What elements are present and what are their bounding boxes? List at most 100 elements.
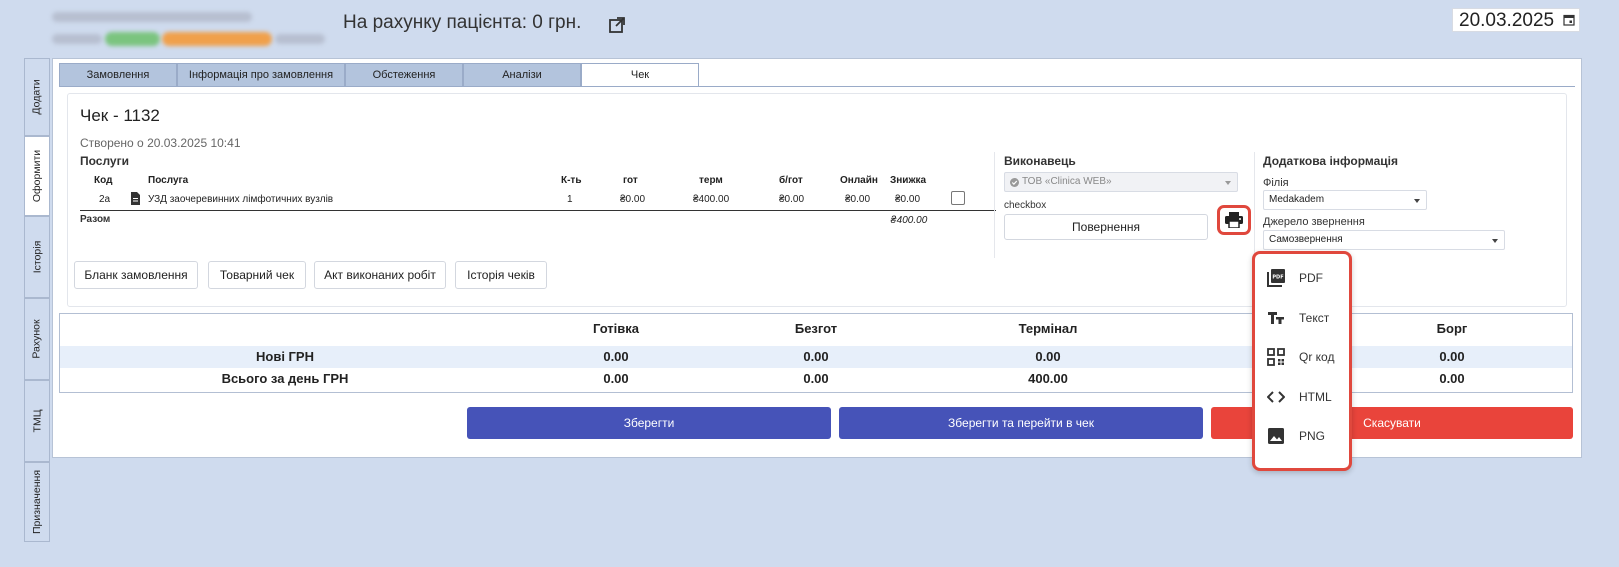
print-button[interactable] bbox=[1217, 205, 1251, 235]
source-select[interactable]: Самозвернення bbox=[1263, 230, 1505, 250]
checkbox-label: checkbox bbox=[1004, 200, 1047, 211]
menu-label: PDF bbox=[1299, 271, 1323, 285]
tab-analyses[interactable]: Аналізи bbox=[463, 63, 581, 87]
row-terminal: ₴400.00 bbox=[693, 194, 730, 205]
vtab-history[interactable]: Історія bbox=[24, 216, 50, 298]
pdf-icon: PDF bbox=[1267, 269, 1285, 287]
col-debt-total: Борг bbox=[1436, 321, 1468, 336]
menu-item-pdf[interactable]: PDF PDF bbox=[1255, 260, 1349, 296]
col-cash-total: Готівка bbox=[592, 321, 640, 336]
code-icon bbox=[1267, 391, 1285, 403]
external-link-icon[interactable] bbox=[608, 16, 626, 34]
row-discount: ₴0.00 bbox=[895, 194, 921, 205]
cell-terminal: 0.00 bbox=[1035, 349, 1061, 364]
save-and-go-to-check-button[interactable]: Зберегти та перейти в чек bbox=[839, 407, 1203, 439]
executor-select[interactable]: ТОВ «Clinica WEB» bbox=[1004, 172, 1238, 192]
executor-value: ТОВ «Clinica WEB» bbox=[1022, 176, 1112, 187]
source-label: Джерело звернення bbox=[1263, 216, 1365, 228]
row-noncash: ₴0.00 bbox=[779, 194, 805, 205]
patient-info-blurred bbox=[50, 8, 340, 50]
tab-examinations[interactable]: Обстеження bbox=[345, 63, 463, 87]
date-picker[interactable]: 20.03.2025 bbox=[1452, 8, 1580, 32]
patient-account-balance: На рахунку пацієнта: 0 грн. bbox=[343, 12, 582, 33]
row-online: ₴0.00 bbox=[845, 194, 871, 205]
main-panel: Замовлення Інформація про замовлення Обс… bbox=[52, 58, 1582, 458]
check-title: Чек - 1132 bbox=[80, 106, 160, 125]
vtab-add[interactable]: Додати bbox=[24, 58, 50, 136]
chevron-down-icon bbox=[1492, 239, 1498, 243]
menu-item-qr[interactable]: Qr код bbox=[1255, 339, 1349, 375]
row-cash: ₴0.00 bbox=[620, 194, 646, 205]
print-format-menu: PDF PDF Текст Qr код HTML PNG bbox=[1252, 251, 1352, 471]
created-at: Створено о 20.03.2025 10:41 bbox=[80, 136, 241, 150]
row-qty: 1 bbox=[567, 194, 573, 205]
col-terminal-total: Термінал bbox=[1018, 321, 1078, 336]
services-label: Послуги bbox=[80, 154, 129, 168]
cell-debt: 0.00 bbox=[1439, 349, 1465, 364]
cell-debt: 0.00 bbox=[1439, 371, 1465, 386]
menu-item-text[interactable]: Текст bbox=[1255, 300, 1349, 336]
column-divider bbox=[1254, 152, 1255, 258]
cell-noncash: 0.00 bbox=[803, 349, 829, 364]
sales-receipt-button[interactable]: Товарний чек bbox=[208, 261, 306, 289]
svg-text:PDF: PDF bbox=[1272, 275, 1283, 281]
cell-cash: 0.00 bbox=[603, 349, 629, 364]
top-tabs: Замовлення Інформація про замовлення Обс… bbox=[59, 63, 699, 87]
date-value: 20.03.2025 bbox=[1459, 10, 1555, 31]
menu-label: Текст bbox=[1299, 311, 1330, 325]
row-label: Нові ГРН bbox=[256, 349, 314, 364]
menu-item-png[interactable]: PNG bbox=[1255, 418, 1349, 454]
cell-cash: 0.00 bbox=[603, 371, 629, 386]
tabs-divider bbox=[59, 86, 1575, 87]
chevron-down-icon bbox=[1225, 181, 1231, 185]
save-button[interactable]: Зберегти bbox=[467, 407, 831, 439]
additional-info-label: Додаткова інформація bbox=[1263, 154, 1398, 168]
menu-label: PNG bbox=[1299, 429, 1326, 443]
check-history-button[interactable]: Історія чеків bbox=[455, 261, 547, 289]
work-act-button[interactable]: Акт виконаних робіт bbox=[314, 261, 446, 289]
document-icon[interactable] bbox=[130, 192, 141, 205]
branch-label: Філія bbox=[1263, 177, 1289, 189]
menu-label: Qr код bbox=[1299, 350, 1335, 364]
vtab-checkout[interactable]: Оформити bbox=[24, 136, 50, 216]
order-form-button[interactable]: Бланк замовлення bbox=[74, 261, 198, 289]
col-cash: гот bbox=[623, 175, 638, 186]
menu-label: HTML bbox=[1299, 390, 1332, 404]
column-divider bbox=[994, 152, 995, 258]
total-value: ₴400.00 bbox=[890, 215, 928, 226]
calendar-icon bbox=[1563, 14, 1575, 26]
check-circle-icon bbox=[1010, 178, 1019, 187]
tab-orders[interactable]: Замовлення bbox=[59, 63, 177, 87]
chevron-down-icon bbox=[1414, 199, 1420, 203]
text-fields-icon bbox=[1268, 312, 1284, 324]
col-noncash: б/гот bbox=[779, 175, 803, 186]
cell-noncash: 0.00 bbox=[803, 371, 829, 386]
branch-select[interactable]: Medakadem bbox=[1263, 190, 1427, 210]
vtab-invoice[interactable]: Рахунок bbox=[24, 298, 50, 380]
row-label: Всього за день ГРН bbox=[221, 371, 349, 386]
total-label: Разом bbox=[80, 214, 111, 225]
row-service: УЗД заочеревинних лімфотичних вузлів bbox=[148, 194, 334, 205]
row-checkbox[interactable] bbox=[951, 191, 965, 205]
cell-terminal: 400.00 bbox=[1028, 371, 1068, 386]
table-divider bbox=[80, 210, 996, 211]
return-button[interactable]: Повернення bbox=[1004, 214, 1208, 240]
col-terminal: терм bbox=[699, 175, 723, 186]
menu-item-html[interactable]: HTML bbox=[1255, 379, 1349, 415]
row-code: 2а bbox=[99, 194, 111, 205]
col-code: Код bbox=[94, 175, 113, 186]
source-value: Самозвернення bbox=[1269, 234, 1343, 245]
col-discount: Знижка bbox=[890, 175, 927, 186]
col-online: Онлайн bbox=[840, 175, 878, 186]
executor-label: Виконавець bbox=[1004, 154, 1076, 168]
tab-order-info[interactable]: Інформація про замовлення bbox=[177, 63, 345, 87]
tab-check[interactable]: Чек bbox=[581, 63, 699, 87]
image-icon bbox=[1268, 428, 1284, 444]
qr-code-icon bbox=[1267, 348, 1285, 366]
branch-value: Medakadem bbox=[1269, 194, 1325, 205]
printer-icon bbox=[1225, 212, 1243, 228]
vtab-inventory[interactable]: ТМЦ bbox=[24, 380, 50, 462]
col-service: Послуга bbox=[148, 175, 189, 186]
vtab-prescriptions[interactable]: Призначення bbox=[24, 462, 50, 542]
col-qty: К-ть bbox=[561, 175, 582, 186]
